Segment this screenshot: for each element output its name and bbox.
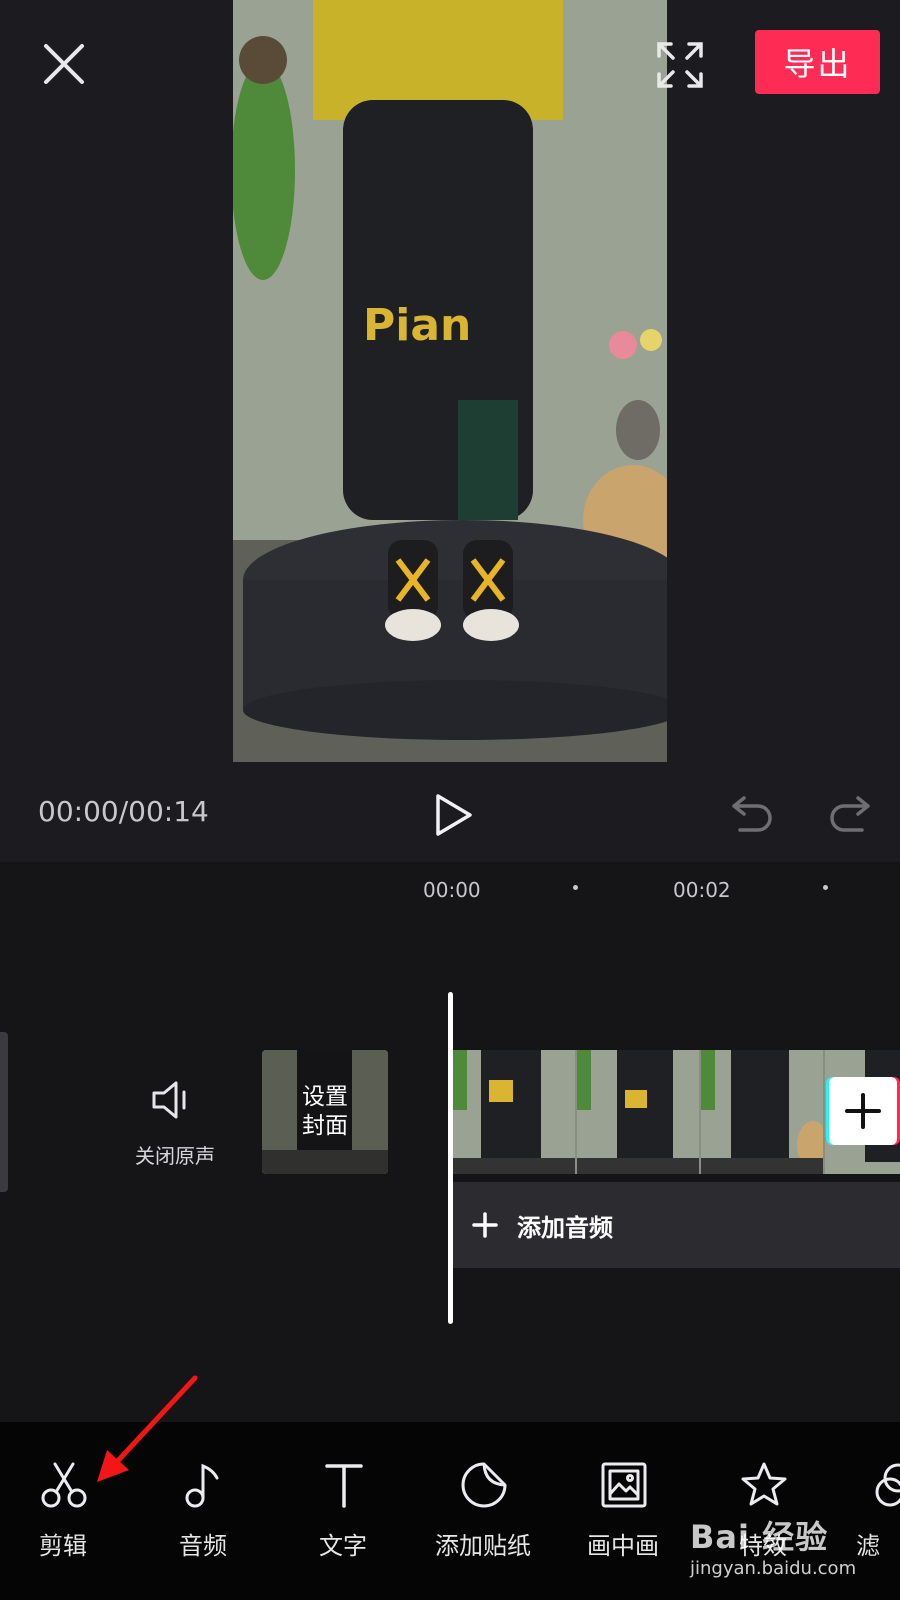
clip-frame bbox=[577, 1050, 699, 1174]
mute-original-button[interactable] bbox=[150, 1078, 198, 1122]
picture-in-picture-icon bbox=[601, 1462, 647, 1508]
undo-icon bbox=[732, 796, 772, 832]
add-audio-button[interactable]: 添加音频 bbox=[453, 1182, 900, 1268]
redo-button[interactable] bbox=[828, 790, 872, 834]
tool-label: 画中画 bbox=[587, 1532, 659, 1560]
export-button[interactable]: 导出 bbox=[755, 30, 880, 94]
baidu-jingyan-watermark: Bai 经验 jingyan.baidu.com bbox=[680, 1512, 900, 1600]
ruler-tick bbox=[823, 885, 828, 890]
redo-icon bbox=[830, 796, 870, 832]
undo-button[interactable] bbox=[730, 790, 774, 834]
panel-handle[interactable] bbox=[0, 1032, 8, 1192]
fullscreen-button[interactable] bbox=[655, 40, 705, 90]
tool-label: 添加贴纸 bbox=[435, 1532, 531, 1560]
plus-icon bbox=[472, 1212, 498, 1238]
play-icon bbox=[436, 794, 472, 836]
filter-icon bbox=[875, 1463, 900, 1507]
watermark-url: jingyan.baidu.com bbox=[690, 1558, 857, 1579]
add-audio-label: 添加音频 bbox=[517, 1213, 613, 1242]
tool-label: 文字 bbox=[319, 1532, 367, 1560]
speaker-icon bbox=[152, 1081, 186, 1119]
fullscreen-icon bbox=[657, 42, 703, 88]
tool-text[interactable]: 文字 bbox=[283, 1460, 403, 1580]
mute-original-label: 关闭原声 bbox=[135, 1144, 215, 1168]
add-clip-button[interactable] bbox=[829, 1077, 897, 1145]
watermark-logo: Bai 经验 bbox=[690, 1518, 829, 1556]
text-icon bbox=[325, 1464, 363, 1508]
svg-text:Pian: Pian bbox=[363, 300, 471, 351]
close-button[interactable] bbox=[40, 40, 88, 88]
annotation-arrow bbox=[97, 1375, 198, 1482]
ruler-label: 00:02 bbox=[673, 878, 731, 902]
playhead[interactable] bbox=[448, 992, 453, 1324]
plus-icon bbox=[845, 1093, 881, 1129]
set-cover-label: 设置 封面 bbox=[262, 1050, 388, 1174]
video-preview[interactable]: Pian bbox=[233, 0, 667, 762]
ruler-tick bbox=[573, 885, 578, 890]
tool-picture-in-picture[interactable]: 画中画 bbox=[563, 1460, 683, 1580]
set-cover-button[interactable]: 设置 封面 bbox=[262, 1050, 388, 1174]
play-button[interactable] bbox=[428, 790, 478, 840]
tool-label: 剪辑 bbox=[39, 1532, 87, 1560]
scissors-icon bbox=[41, 1462, 87, 1508]
tool-sticker[interactable]: 添加贴纸 bbox=[423, 1460, 543, 1580]
ruler-label: 00:00 bbox=[423, 878, 481, 902]
effects-star-icon bbox=[741, 1462, 787, 1506]
sticker-icon bbox=[461, 1462, 507, 1508]
clip-frame bbox=[453, 1050, 575, 1174]
close-icon bbox=[44, 44, 84, 84]
tool-label: 音频 bbox=[179, 1532, 227, 1560]
clip-frame bbox=[701, 1050, 823, 1174]
video-frame-image: Pian bbox=[233, 0, 667, 762]
timecode: 00:00/00:14 bbox=[38, 795, 209, 828]
